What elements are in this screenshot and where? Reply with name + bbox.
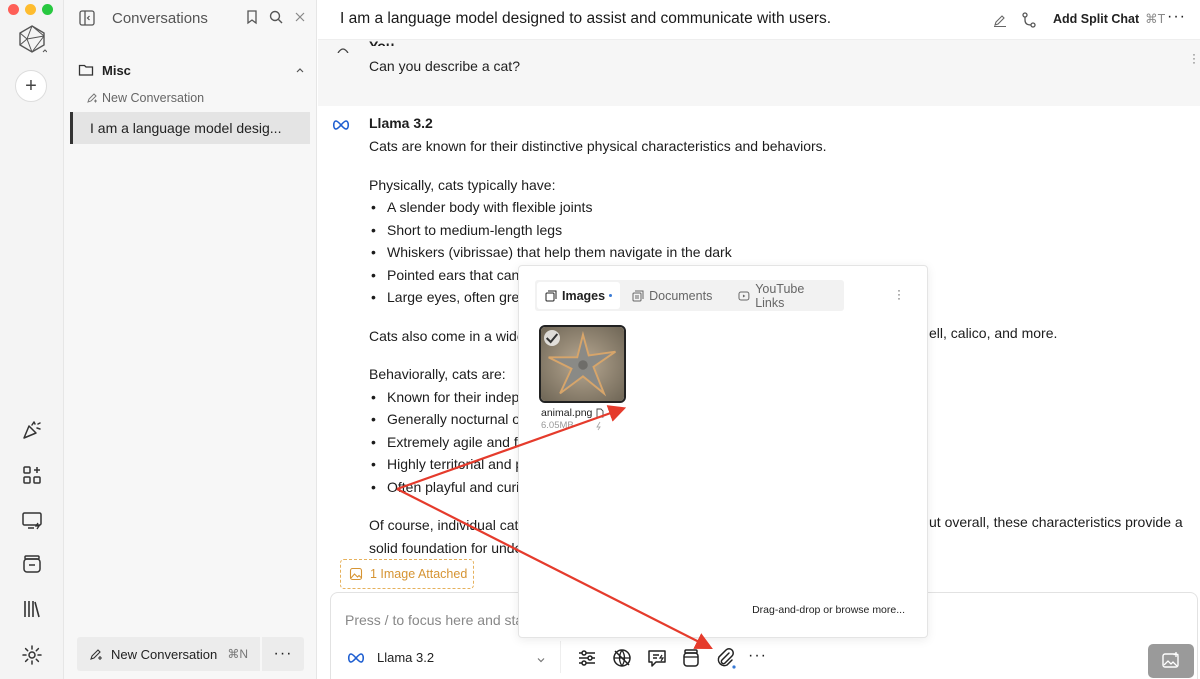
sidebar-actions bbox=[244, 9, 308, 25]
new-chat-plus-button[interactable]: + bbox=[15, 70, 47, 102]
file-size: 6.05MB bbox=[541, 420, 604, 431]
add-split-chat-button[interactable]: Add Split Chat ⌘T bbox=[1053, 11, 1165, 26]
new-conversation-link[interactable]: New Conversation bbox=[86, 91, 204, 105]
assistant-name: Llama 3.2 bbox=[369, 115, 433, 131]
header-more-button[interactable]: ··· bbox=[1167, 8, 1186, 26]
file-name-label: animal.png bbox=[541, 407, 593, 419]
coat-paragraph-end: ell, calico, and more. bbox=[929, 325, 1058, 341]
image-attached-chip[interactable]: 1 Image Attached bbox=[340, 559, 474, 589]
conversations-sidebar: Conversations Misc New Conversation I am… bbox=[64, 0, 317, 679]
monitor-bolt-icon[interactable] bbox=[20, 508, 44, 532]
image-send-icon bbox=[1162, 652, 1179, 668]
sliders-icon[interactable] bbox=[576, 647, 598, 669]
folder-icon bbox=[78, 62, 94, 78]
search-icon[interactable] bbox=[268, 9, 284, 25]
left-rail: + bbox=[0, 0, 64, 679]
list-item: A slender body with flexible joints bbox=[369, 196, 1199, 219]
file-icon bbox=[596, 408, 604, 418]
chevron-up-icon[interactable] bbox=[294, 63, 306, 75]
window-controls bbox=[8, 4, 53, 15]
page-title: I am a language model designed to assist… bbox=[340, 10, 832, 27]
list-item: Short to medium-length legs bbox=[369, 219, 1199, 242]
assistant-intro: Cats are known for their distinctive phy… bbox=[369, 138, 827, 154]
chat-header: I am a language model designed to assist… bbox=[318, 0, 1200, 40]
drag-drop-hint: Drag-and-drop or browse more... bbox=[752, 604, 905, 616]
tab-documents-label: Documents bbox=[649, 288, 713, 303]
globe-off-icon[interactable] bbox=[611, 647, 633, 669]
party-popper-icon[interactable] bbox=[20, 418, 44, 442]
popover-kebab-icon[interactable]: · · · bbox=[897, 284, 901, 304]
conversation-item-label: I am a language model desig... bbox=[90, 120, 282, 136]
add-split-chat-shortcut: ⌘T bbox=[1145, 12, 1166, 26]
apps-grid-icon[interactable] bbox=[20, 463, 44, 487]
tab-images[interactable]: Images bbox=[537, 282, 621, 309]
conversation-item[interactable]: I am a language model desig... bbox=[70, 112, 310, 144]
tab-youtube-links[interactable]: YouTube Links bbox=[730, 281, 844, 310]
image-thumbnail[interactable] bbox=[539, 325, 626, 403]
library-icon[interactable] bbox=[20, 597, 44, 621]
list-item: Whiskers (vibrissae) that help them navi… bbox=[369, 241, 1199, 264]
closing-paragraph-end: ut overall, these characteristics provid… bbox=[929, 514, 1183, 530]
image-attached-label: 1 Image Attached bbox=[370, 567, 468, 581]
maximize-window-button[interactable] bbox=[42, 4, 53, 15]
branch-icon[interactable] bbox=[1020, 11, 1038, 29]
model-selector[interactable]: Llama 3.2 bbox=[339, 641, 561, 673]
chevron-down-icon bbox=[536, 652, 546, 663]
sidebar-title: Conversations bbox=[112, 9, 208, 27]
attachments-popover: Images Documents YouTube Links · · · ani… bbox=[518, 265, 928, 638]
sidebar-more-button[interactable]: ··· bbox=[262, 637, 304, 671]
folder-misc[interactable]: Misc bbox=[78, 60, 306, 80]
message-kebab-icon[interactable]: · · · bbox=[1192, 48, 1196, 68]
tab-images-label: Images bbox=[562, 288, 606, 303]
file-size-label: 6.05MB bbox=[541, 420, 574, 431]
user-message-text: Can you describe a cat? bbox=[369, 58, 520, 74]
jar-icon[interactable] bbox=[680, 647, 702, 669]
file-name: animal.png bbox=[541, 407, 605, 419]
user-avatar-icon bbox=[336, 40, 350, 54]
pencil-plus-icon bbox=[87, 93, 97, 103]
add-split-chat-label: Add Split Chat bbox=[1053, 12, 1140, 26]
paperclip-icon[interactable] bbox=[714, 647, 736, 669]
documents-icon bbox=[632, 290, 644, 301]
app-logo-icon[interactable] bbox=[17, 24, 48, 54]
youtube-icon bbox=[738, 291, 750, 300]
minimize-window-button[interactable] bbox=[25, 4, 36, 15]
folder-name: Misc bbox=[102, 62, 131, 78]
tab-youtube-label: YouTube Links bbox=[755, 281, 805, 310]
new-conversation-button-label: New Conversation bbox=[111, 646, 218, 662]
message-input[interactable]: Press / to focus here and start typing..… bbox=[345, 612, 525, 628]
bookmark-icon[interactable] bbox=[244, 9, 260, 25]
physical-heading: Physically, cats typically have: bbox=[369, 176, 556, 193]
new-conversation-button[interactable]: New Conversation ⌘N bbox=[77, 637, 260, 671]
new-conversation-link-label: New Conversation bbox=[102, 91, 205, 105]
edit-title-icon[interactable] bbox=[992, 12, 1008, 28]
image-icon bbox=[349, 567, 363, 581]
meta-logo-icon bbox=[347, 651, 365, 663]
attachment-tabs: Images Documents YouTube Links bbox=[535, 280, 844, 311]
new-conversation-shortcut: ⌘N bbox=[227, 647, 248, 661]
sidebar-toggle-icon[interactable] bbox=[78, 9, 96, 27]
tab-documents[interactable]: Documents bbox=[624, 282, 720, 309]
settings-gear-icon[interactable] bbox=[20, 643, 44, 667]
pencil-plus-icon bbox=[90, 649, 102, 660]
composer-more-button[interactable]: ··· bbox=[748, 647, 767, 665]
close-window-button[interactable] bbox=[8, 4, 19, 15]
sidebar-footer: New Conversation ⌘N ··· bbox=[77, 637, 304, 671]
model-name: Llama 3.2 bbox=[377, 649, 435, 665]
user-name: You bbox=[369, 38, 395, 46]
prompt-bolt-icon[interactable] bbox=[646, 647, 668, 669]
send-button[interactable] bbox=[1148, 644, 1194, 678]
images-icon bbox=[545, 290, 557, 301]
close-sidebar-icon[interactable] bbox=[292, 9, 308, 25]
meta-logo-icon bbox=[332, 118, 350, 132]
user-message: You Can you describe a cat? · · · bbox=[318, 38, 1200, 106]
selected-check-icon bbox=[544, 330, 560, 346]
jar-icon[interactable] bbox=[20, 552, 44, 576]
active-dot bbox=[609, 294, 613, 297]
bolt-icon bbox=[595, 421, 601, 430]
